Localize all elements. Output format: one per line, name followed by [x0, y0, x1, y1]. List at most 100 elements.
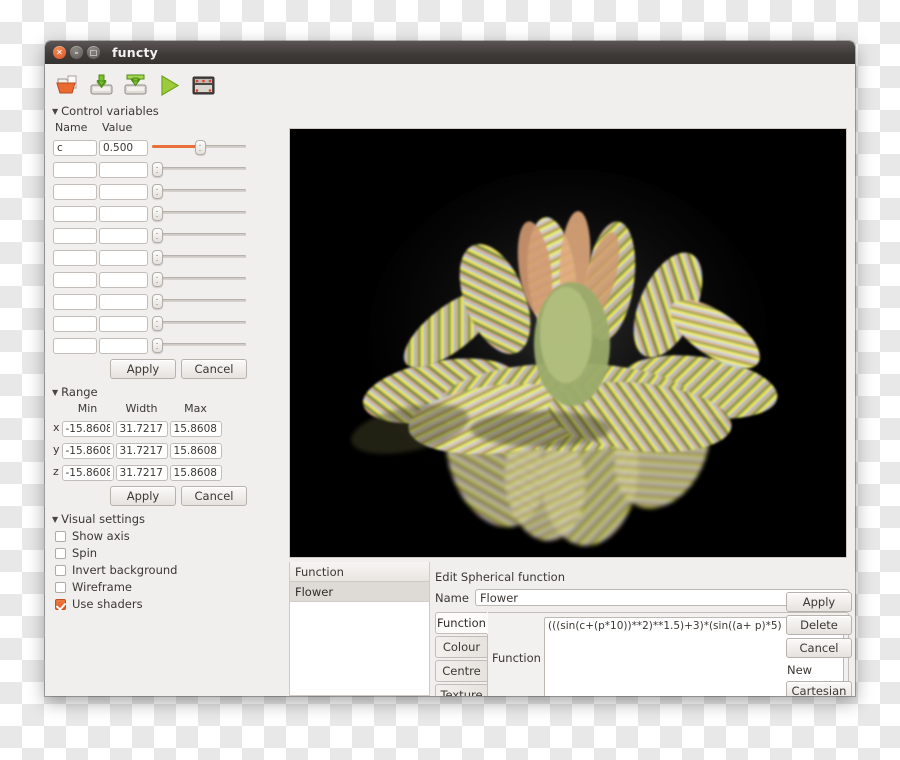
open-file-icon[interactable] — [55, 73, 80, 98]
control-variable-row — [52, 135, 249, 157]
control-variable-name-input[interactable] — [53, 272, 97, 288]
new-cartesian-button[interactable]: Cartesian — [786, 681, 852, 696]
slider-handle[interactable] — [152, 206, 163, 221]
slider-handle[interactable] — [152, 338, 163, 353]
control-variable-value-input[interactable] — [99, 338, 148, 354]
slider-track — [152, 233, 246, 236]
control-variable-row — [52, 245, 249, 267]
range-width-header: Width — [125, 402, 158, 415]
editor-tab-centre[interactable]: Centre — [435, 660, 487, 682]
control-variable-slider[interactable] — [150, 313, 248, 331]
function-list-item[interactable]: Flower — [290, 582, 429, 602]
record-video-icon[interactable] — [191, 73, 216, 98]
apply-button[interactable]: Apply — [786, 592, 852, 612]
slider-handle[interactable] — [194, 140, 206, 155]
control-variable-name-input[interactable] — [53, 162, 97, 178]
visual-setting-label: Show axis — [72, 529, 130, 543]
cancel-button[interactable]: Cancel — [786, 638, 852, 658]
control-variable-value-input[interactable] — [99, 294, 148, 310]
range-max-input[interactable] — [169, 421, 222, 437]
close-icon[interactable]: ✕ — [53, 46, 66, 59]
control-variable-slider[interactable] — [150, 137, 248, 155]
save-file-icon[interactable] — [89, 73, 114, 98]
control-variable-value-input[interactable] — [99, 228, 148, 244]
control-variable-value-input[interactable] — [99, 140, 148, 156]
control-variable-slider[interactable] — [150, 269, 248, 287]
control-variable-row — [52, 289, 249, 311]
control-variable-name-input[interactable] — [53, 228, 97, 244]
control-variables-title: Control variables — [61, 104, 159, 118]
control-variable-slider[interactable] — [150, 335, 248, 353]
control-variable-slider[interactable] — [150, 203, 248, 221]
control-variable-value-input[interactable] — [99, 206, 148, 222]
editor-tab-function[interactable]: Function — [435, 612, 487, 634]
control-variable-name-input[interactable] — [53, 184, 97, 200]
control-variable-name-input[interactable] — [53, 250, 97, 266]
range-width-input[interactable] — [115, 443, 168, 459]
range-header-row: Min Width Max — [52, 401, 223, 416]
delete-button[interactable]: Delete — [786, 615, 852, 635]
application-window: ✕ – □ functy ▼ Control variables Name Va… — [45, 41, 855, 696]
control-variables-header[interactable]: ▼ Control variables — [52, 104, 252, 118]
slider-track — [152, 321, 246, 324]
chevron-down-icon: ▼ — [52, 387, 59, 397]
minimize-icon[interactable]: – — [70, 46, 83, 59]
control-variable-slider[interactable] — [150, 181, 248, 199]
3d-render-view[interactable] — [289, 128, 847, 558]
range-header[interactable]: ▼ Range — [52, 385, 252, 399]
function-list[interactable]: Function Flower — [289, 562, 430, 696]
control-variable-slider[interactable] — [150, 291, 248, 309]
control-variable-value-input[interactable] — [99, 272, 148, 288]
range-width-input[interactable] — [115, 421, 168, 437]
slider-handle[interactable] — [152, 316, 163, 331]
slider-handle[interactable] — [152, 272, 163, 287]
slider-handle[interactable] — [152, 228, 163, 243]
range-max-input[interactable] — [169, 465, 222, 481]
play-icon[interactable] — [157, 73, 182, 98]
control-variables-cancel-button[interactable]: Cancel — [181, 359, 247, 379]
control-variable-row — [52, 223, 249, 245]
slider-handle[interactable] — [152, 250, 163, 265]
control-variable-name-input[interactable] — [53, 338, 97, 354]
range-min-input[interactable] — [61, 465, 114, 481]
slider-handle[interactable] — [152, 294, 163, 309]
checkbox[interactable] — [55, 547, 66, 559]
control-variables-header-row: Name Value — [52, 120, 249, 135]
slider-track — [152, 277, 246, 280]
control-variable-slider[interactable] — [150, 247, 248, 265]
editor-tab-texture[interactable]: Texture — [435, 684, 487, 696]
control-variable-value-input[interactable] — [99, 184, 148, 200]
control-variable-slider[interactable] — [150, 225, 248, 243]
control-variable-row — [52, 157, 249, 179]
save-as-icon[interactable] — [123, 73, 148, 98]
range-width-input[interactable] — [115, 465, 168, 481]
control-variable-name-input[interactable] — [53, 140, 97, 156]
control-variable-name-input[interactable] — [53, 206, 97, 222]
slider-handle[interactable] — [152, 162, 163, 177]
range-min-input[interactable] — [61, 421, 114, 437]
maximize-icon[interactable]: □ — [87, 46, 100, 59]
control-variable-name-input[interactable] — [53, 316, 97, 332]
control-variable-name-input[interactable] — [53, 294, 97, 310]
control-variable-value-input[interactable] — [99, 250, 148, 266]
range-max-header: Max — [184, 402, 207, 415]
slider-handle[interactable] — [152, 184, 163, 199]
range-title: Range — [61, 385, 98, 399]
range-axis-label: x — [53, 420, 60, 434]
range-apply-button[interactable]: Apply — [110, 486, 176, 506]
control-variable-slider[interactable] — [150, 159, 248, 177]
range-max-input[interactable] — [169, 443, 222, 459]
control-variable-value-input[interactable] — [99, 316, 148, 332]
function-label: Function — [492, 651, 541, 665]
range-min-input[interactable] — [61, 443, 114, 459]
control-variable-value-input[interactable] — [99, 162, 148, 178]
range-row: z — [52, 460, 223, 482]
visual-setting-row[interactable]: Spin — [55, 546, 252, 560]
visual-setting-row[interactable]: Show axis — [55, 529, 252, 543]
checkbox[interactable] — [55, 530, 66, 542]
visual-settings-header[interactable]: ▼ Visual settings — [52, 512, 252, 526]
range-cancel-button[interactable]: Cancel — [181, 486, 247, 506]
control-variables-apply-button[interactable]: Apply — [110, 359, 176, 379]
editor-tab-colour[interactable]: Colour — [435, 636, 487, 658]
slider-track — [152, 255, 246, 258]
